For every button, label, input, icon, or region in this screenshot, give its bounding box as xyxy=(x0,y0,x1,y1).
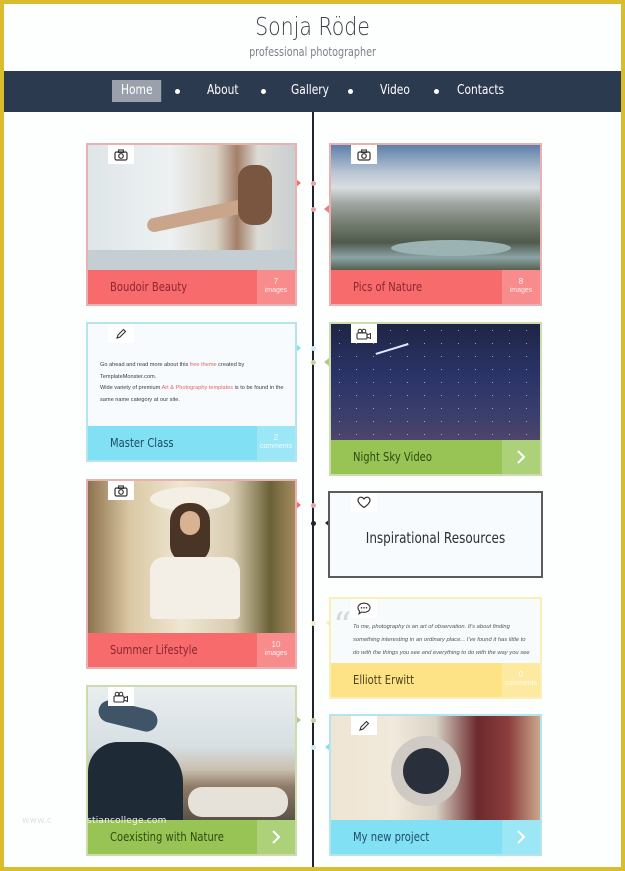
heart-icon xyxy=(351,493,377,512)
post-title[interactable]: Boudoir Beauty xyxy=(110,270,187,304)
post-title[interactable]: Night Sky Video xyxy=(353,440,432,474)
photo-blouse xyxy=(150,557,240,619)
post-footer: My new project xyxy=(331,820,540,854)
post-card-coexisting-with-nature[interactable]: Coexisting with Nature xyxy=(86,685,297,856)
post-footer: Summer Lifestyle 10 images xyxy=(88,633,295,667)
image-count-badge[interactable]: 10 images xyxy=(257,633,295,667)
image-count: 7 xyxy=(273,277,279,286)
site-title: Sonja Röde xyxy=(255,12,370,41)
watermark-faint: www.c xyxy=(22,816,53,826)
post-excerpt: Go ahead and read more about this free t… xyxy=(100,360,285,406)
video-camera-icon xyxy=(351,324,377,343)
timeline-dot xyxy=(310,207,316,212)
post-card-master-class[interactable]: Go ahead and read more about this free t… xyxy=(86,322,297,462)
post-title[interactable]: Summer Lifestyle xyxy=(110,633,198,667)
post-footer: Night Sky Video xyxy=(331,440,540,474)
photo-lens xyxy=(403,748,449,794)
nav-separator-dot xyxy=(348,89,353,94)
photo-face xyxy=(180,511,200,535)
post-card-night-sky-video[interactable]: Night Sky Video xyxy=(329,322,542,476)
photo-seat xyxy=(188,787,288,817)
comment-count: 2 xyxy=(273,433,279,442)
camera-icon xyxy=(351,145,377,164)
pencil-icon xyxy=(108,324,134,343)
main-navbar: Home About Gallery Video Contacts xyxy=(4,71,621,112)
timeline-dot xyxy=(310,621,316,626)
comment-count-label: comments xyxy=(504,680,538,687)
timeline-dot xyxy=(310,181,316,186)
nav-separator-dot xyxy=(261,89,266,94)
chevron-right-icon xyxy=(517,450,526,464)
post-footer: Boudoir Beauty 7 images xyxy=(88,270,295,304)
image-count-label: images xyxy=(264,287,288,294)
post-card-boudoir-beauty[interactable]: Boudoir Beauty 7 images xyxy=(86,143,297,306)
camera-icon xyxy=(108,145,134,164)
post-card-my-new-project[interactable]: My new project xyxy=(329,714,542,856)
post-card-quote[interactable]: “ To me, photography is an art of observ… xyxy=(329,597,542,699)
watermark-text: agechristiancollege.com xyxy=(52,816,167,826)
post-card-inspirational-resources[interactable]: Inspirational Resources xyxy=(328,491,543,578)
free-theme-link[interactable]: free theme xyxy=(190,362,217,368)
image-count: 10 xyxy=(271,640,281,649)
nav-home[interactable]: Home xyxy=(112,80,162,102)
comment-count-badge[interactable]: 0 comments xyxy=(502,663,540,697)
timeline-dot xyxy=(310,360,316,365)
image-count: 8 xyxy=(518,277,524,286)
post-footer: Master Class 2 comments xyxy=(88,426,295,460)
art-photography-templates-link[interactable]: Art & Photography templates xyxy=(162,385,234,391)
image-count-label: images xyxy=(264,650,288,657)
quote-author[interactable]: Elliott Erwitt xyxy=(353,663,414,697)
timeline-dot xyxy=(310,718,316,723)
camera-icon xyxy=(108,481,134,500)
video-camera-icon xyxy=(108,687,134,706)
nav-separator-dot xyxy=(175,89,180,94)
timeline-dot xyxy=(310,745,316,750)
post-photo xyxy=(88,481,295,633)
post-title[interactable]: Master Class xyxy=(110,426,174,460)
post-card-summer-lifestyle[interactable]: Summer Lifestyle 10 images xyxy=(86,479,297,669)
chevron-right-icon xyxy=(272,830,281,844)
excerpt-text: Wide variety of premium xyxy=(100,385,162,391)
image-count-badge[interactable]: 8 images xyxy=(502,270,540,304)
photo-figure xyxy=(238,165,272,225)
quote-mark-icon: “ xyxy=(333,606,352,647)
image-count-badge[interactable]: 7 images xyxy=(257,270,295,304)
post-title[interactable]: Inspirational Resources xyxy=(351,529,520,547)
open-post-button[interactable] xyxy=(502,440,540,474)
nav-about[interactable]: About xyxy=(198,80,248,102)
timeline-line xyxy=(312,112,314,867)
chevron-right-icon xyxy=(517,830,526,844)
post-footer: Elliott Erwitt 0 comments xyxy=(331,663,540,697)
speech-bubble-icon xyxy=(351,599,377,618)
post-title[interactable]: Pics of Nature xyxy=(353,270,422,304)
page: Sonja Röde professional photographer Hom… xyxy=(4,4,621,867)
open-post-button[interactable] xyxy=(257,820,295,854)
comment-count-badge[interactable]: 2 comments xyxy=(257,426,295,460)
photo-lake xyxy=(391,240,511,256)
nav-separator-dot xyxy=(434,89,439,94)
watermark: www.cagechristiancollege.com xyxy=(22,816,167,826)
post-footer: Pics of Nature 8 images xyxy=(331,270,540,304)
post-photo xyxy=(88,687,295,822)
comment-count-label: comments xyxy=(259,443,293,450)
site-subtitle: professional photographer xyxy=(249,45,376,59)
image-count-label: images xyxy=(509,287,533,294)
photo-floor xyxy=(88,250,295,270)
comment-count: 0 xyxy=(518,670,524,679)
excerpt-text: Go ahead and read more about this xyxy=(100,362,190,368)
open-post-button[interactable] xyxy=(502,820,540,854)
post-title[interactable]: My new project xyxy=(353,820,429,854)
nav-contacts[interactable]: Contacts xyxy=(448,80,513,102)
timeline-dot xyxy=(310,503,316,508)
post-card-pics-of-nature[interactable]: Pics of Nature 8 images xyxy=(329,143,542,306)
nav-video[interactable]: Video xyxy=(371,80,419,102)
timeline-dot xyxy=(310,346,316,351)
pencil-icon xyxy=(351,716,377,735)
photo-scooter xyxy=(88,742,183,822)
nav-gallery[interactable]: Gallery xyxy=(282,80,338,102)
timeline-dot xyxy=(310,521,316,526)
